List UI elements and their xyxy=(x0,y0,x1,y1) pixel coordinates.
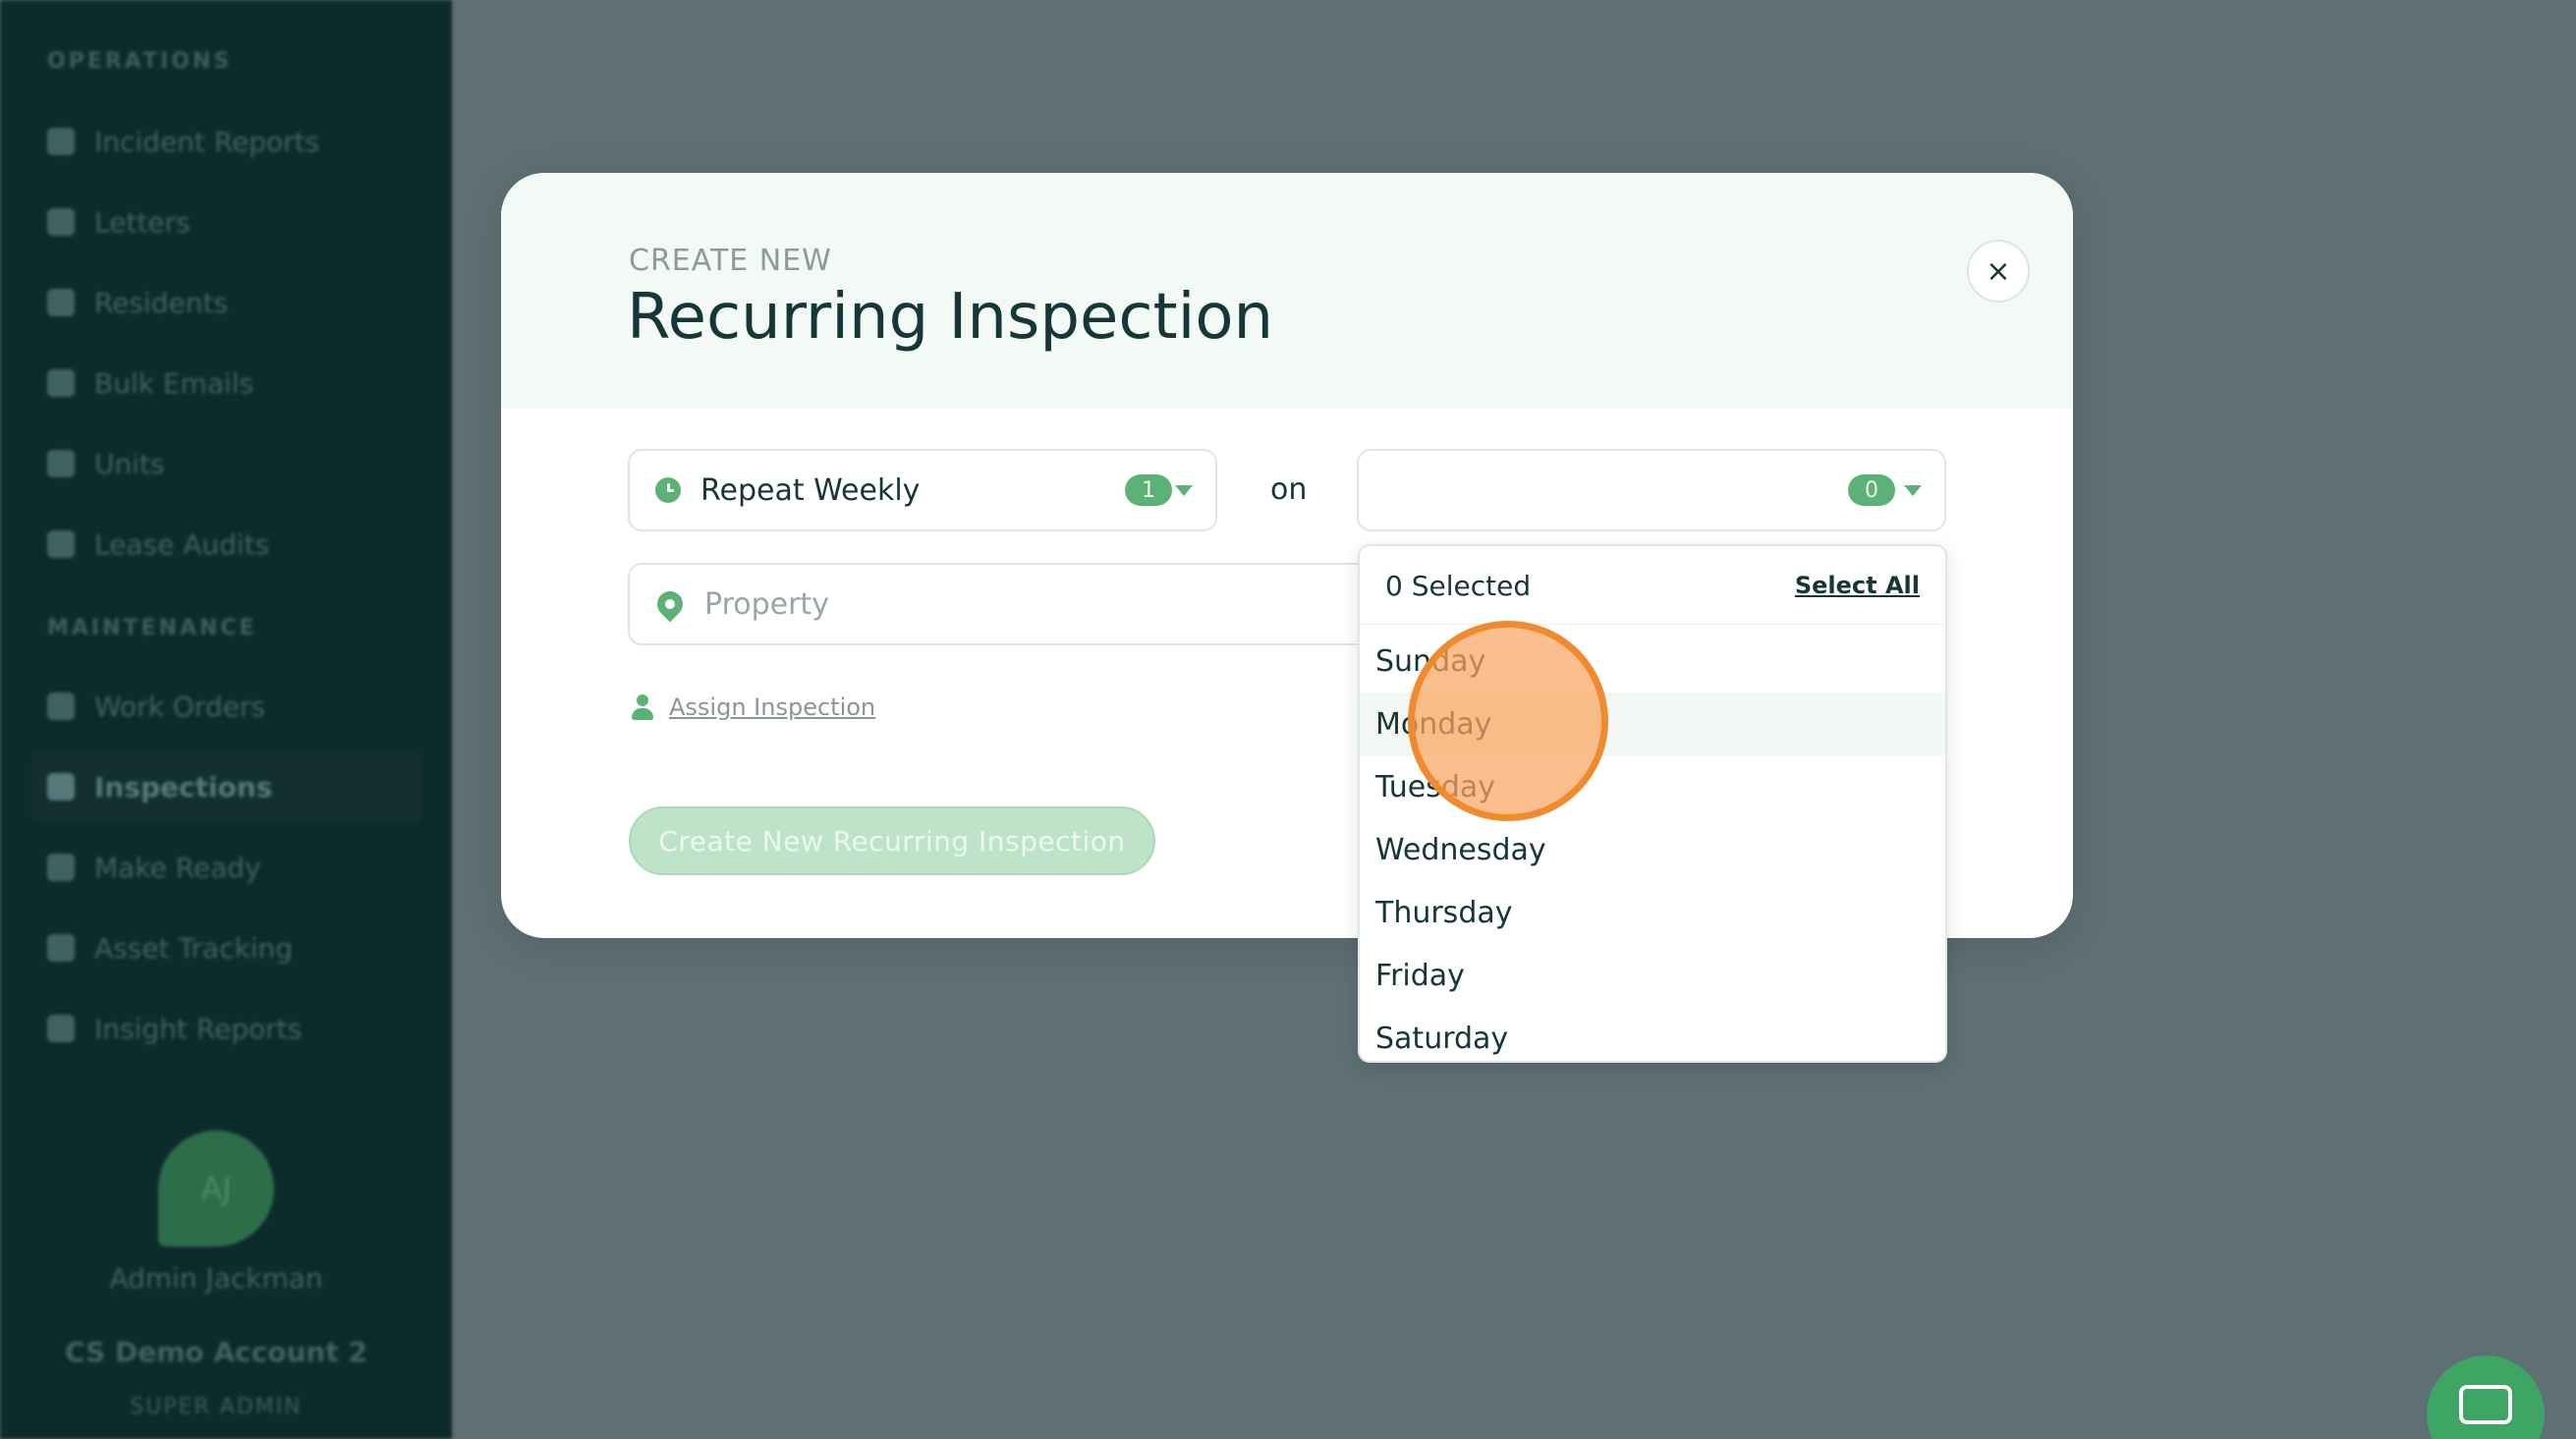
wrench-icon xyxy=(47,692,75,720)
sidebar-item-inspections[interactable]: Inspections xyxy=(31,751,422,822)
on-label: on xyxy=(1270,472,1308,507)
day-option-saturday[interactable]: Saturday xyxy=(1360,1007,1945,1070)
sidebar-item-label: Make Ready xyxy=(94,851,261,884)
home-icon xyxy=(47,450,75,477)
sidebar-item-units[interactable]: Units xyxy=(31,428,422,499)
account-role: SUPER ADMIN xyxy=(130,1395,303,1419)
modal-title: Recurring Inspection xyxy=(627,281,1274,354)
person-icon xyxy=(632,694,653,720)
sidebar-item-lease-audits[interactable]: Lease Audits xyxy=(31,509,422,580)
sidebar-item-make-ready[interactable]: Make Ready xyxy=(31,832,422,903)
day-option-sunday[interactable]: Sunday xyxy=(1360,630,1945,692)
sidebar-item-bulk-emails[interactable]: Bulk Emails xyxy=(31,348,422,418)
clock-icon xyxy=(655,477,681,503)
dropdown-header: 0 Selected Select All xyxy=(1360,546,1945,625)
file-icon xyxy=(47,208,75,236)
repeat-frequency-value: Repeat Weekly xyxy=(700,472,921,508)
day-option-wednesday[interactable]: Wednesday xyxy=(1360,818,1945,881)
sidebar-section-operations: OPERATIONS xyxy=(47,49,233,74)
clipboard-icon xyxy=(47,773,75,801)
day-option-friday[interactable]: Friday xyxy=(1360,944,1945,1007)
sidebar-item-label: Inspections xyxy=(94,770,273,803)
property-placeholder: Property xyxy=(704,586,829,622)
chevron-down-icon xyxy=(1175,485,1193,496)
sidebar-item-label: Work Orders xyxy=(94,690,265,723)
user-name: Admin Jackman xyxy=(109,1262,323,1295)
modal-header: CREATE NEW Recurring Inspection × xyxy=(501,173,2073,409)
assign-inspection-row: Assign Inspection xyxy=(632,693,875,721)
select-all-button[interactable]: Select All xyxy=(1795,572,1920,599)
sidebar-item-insight-reports[interactable]: Insight Reports xyxy=(31,993,422,1064)
shield-icon xyxy=(47,530,75,558)
day-option-tuesday[interactable]: Tuesday xyxy=(1360,755,1945,818)
chat-icon xyxy=(2459,1385,2512,1424)
days-count-badge: 0 xyxy=(1848,474,1895,506)
assign-inspection-link[interactable]: Assign Inspection xyxy=(669,693,875,721)
app-root: OPERATIONS Incident Reports Letters Resi… xyxy=(0,0,2576,1439)
modal-kicker: CREATE NEW xyxy=(629,244,832,278)
sidebar-item-residents[interactable]: Residents xyxy=(31,267,422,338)
sidebar-item-work-orders[interactable]: Work Orders xyxy=(31,671,422,742)
report-icon xyxy=(47,1015,75,1042)
sidebar-item-label: Insight Reports xyxy=(94,1012,303,1045)
day-option-monday[interactable]: Monday xyxy=(1360,692,1945,755)
days-select[interactable]: 0 xyxy=(1357,449,1946,531)
repeat-count-badge: 1 xyxy=(1125,474,1172,506)
envelope-icon xyxy=(47,369,75,397)
location-pin-icon xyxy=(651,585,689,623)
sidebar-item-label: Bulk Emails xyxy=(94,366,254,400)
document-icon xyxy=(47,128,75,155)
scan-icon xyxy=(47,934,75,962)
calendar-icon xyxy=(47,854,75,881)
sidebar-item-label: Letters xyxy=(94,205,191,239)
day-option-thursday[interactable]: Thursday xyxy=(1360,881,1945,944)
sidebar-item-label: Units xyxy=(94,447,165,480)
repeat-frequency-select[interactable]: Repeat Weekly 1 xyxy=(628,449,1217,531)
sidebar-item-asset-tracking[interactable]: Asset Tracking xyxy=(31,913,422,983)
chat-button[interactable] xyxy=(2427,1356,2545,1439)
sidebar-section-maintenance: MAINTENANCE xyxy=(47,616,257,640)
account-name[interactable]: CS Demo Account 2 xyxy=(0,1336,432,1368)
create-recurring-inspection-button[interactable]: Create New Recurring Inspection xyxy=(629,806,1155,875)
sidebar-item-letters[interactable]: Letters xyxy=(31,187,422,257)
sidebar-item-incident-reports[interactable]: Incident Reports xyxy=(31,106,422,177)
close-icon: × xyxy=(1986,253,2011,289)
days-dropdown-menu: 0 Selected Select All Sunday Monday Tues… xyxy=(1358,544,1947,1063)
selected-count: 0 Selected xyxy=(1385,570,1532,602)
sidebar-item-label: Asset Tracking xyxy=(94,931,294,965)
sidebar: OPERATIONS Incident Reports Letters Resi… xyxy=(0,0,452,1439)
property-select[interactable]: Property xyxy=(628,563,1374,645)
close-button[interactable]: × xyxy=(1967,240,2030,303)
avatar[interactable]: AJ xyxy=(158,1131,274,1246)
sidebar-item-label: Residents xyxy=(94,286,229,319)
sidebar-item-label: Lease Audits xyxy=(94,527,270,561)
sidebar-item-label: Incident Reports xyxy=(94,125,320,158)
chevron-down-icon xyxy=(1904,485,1922,496)
users-icon xyxy=(47,289,75,316)
